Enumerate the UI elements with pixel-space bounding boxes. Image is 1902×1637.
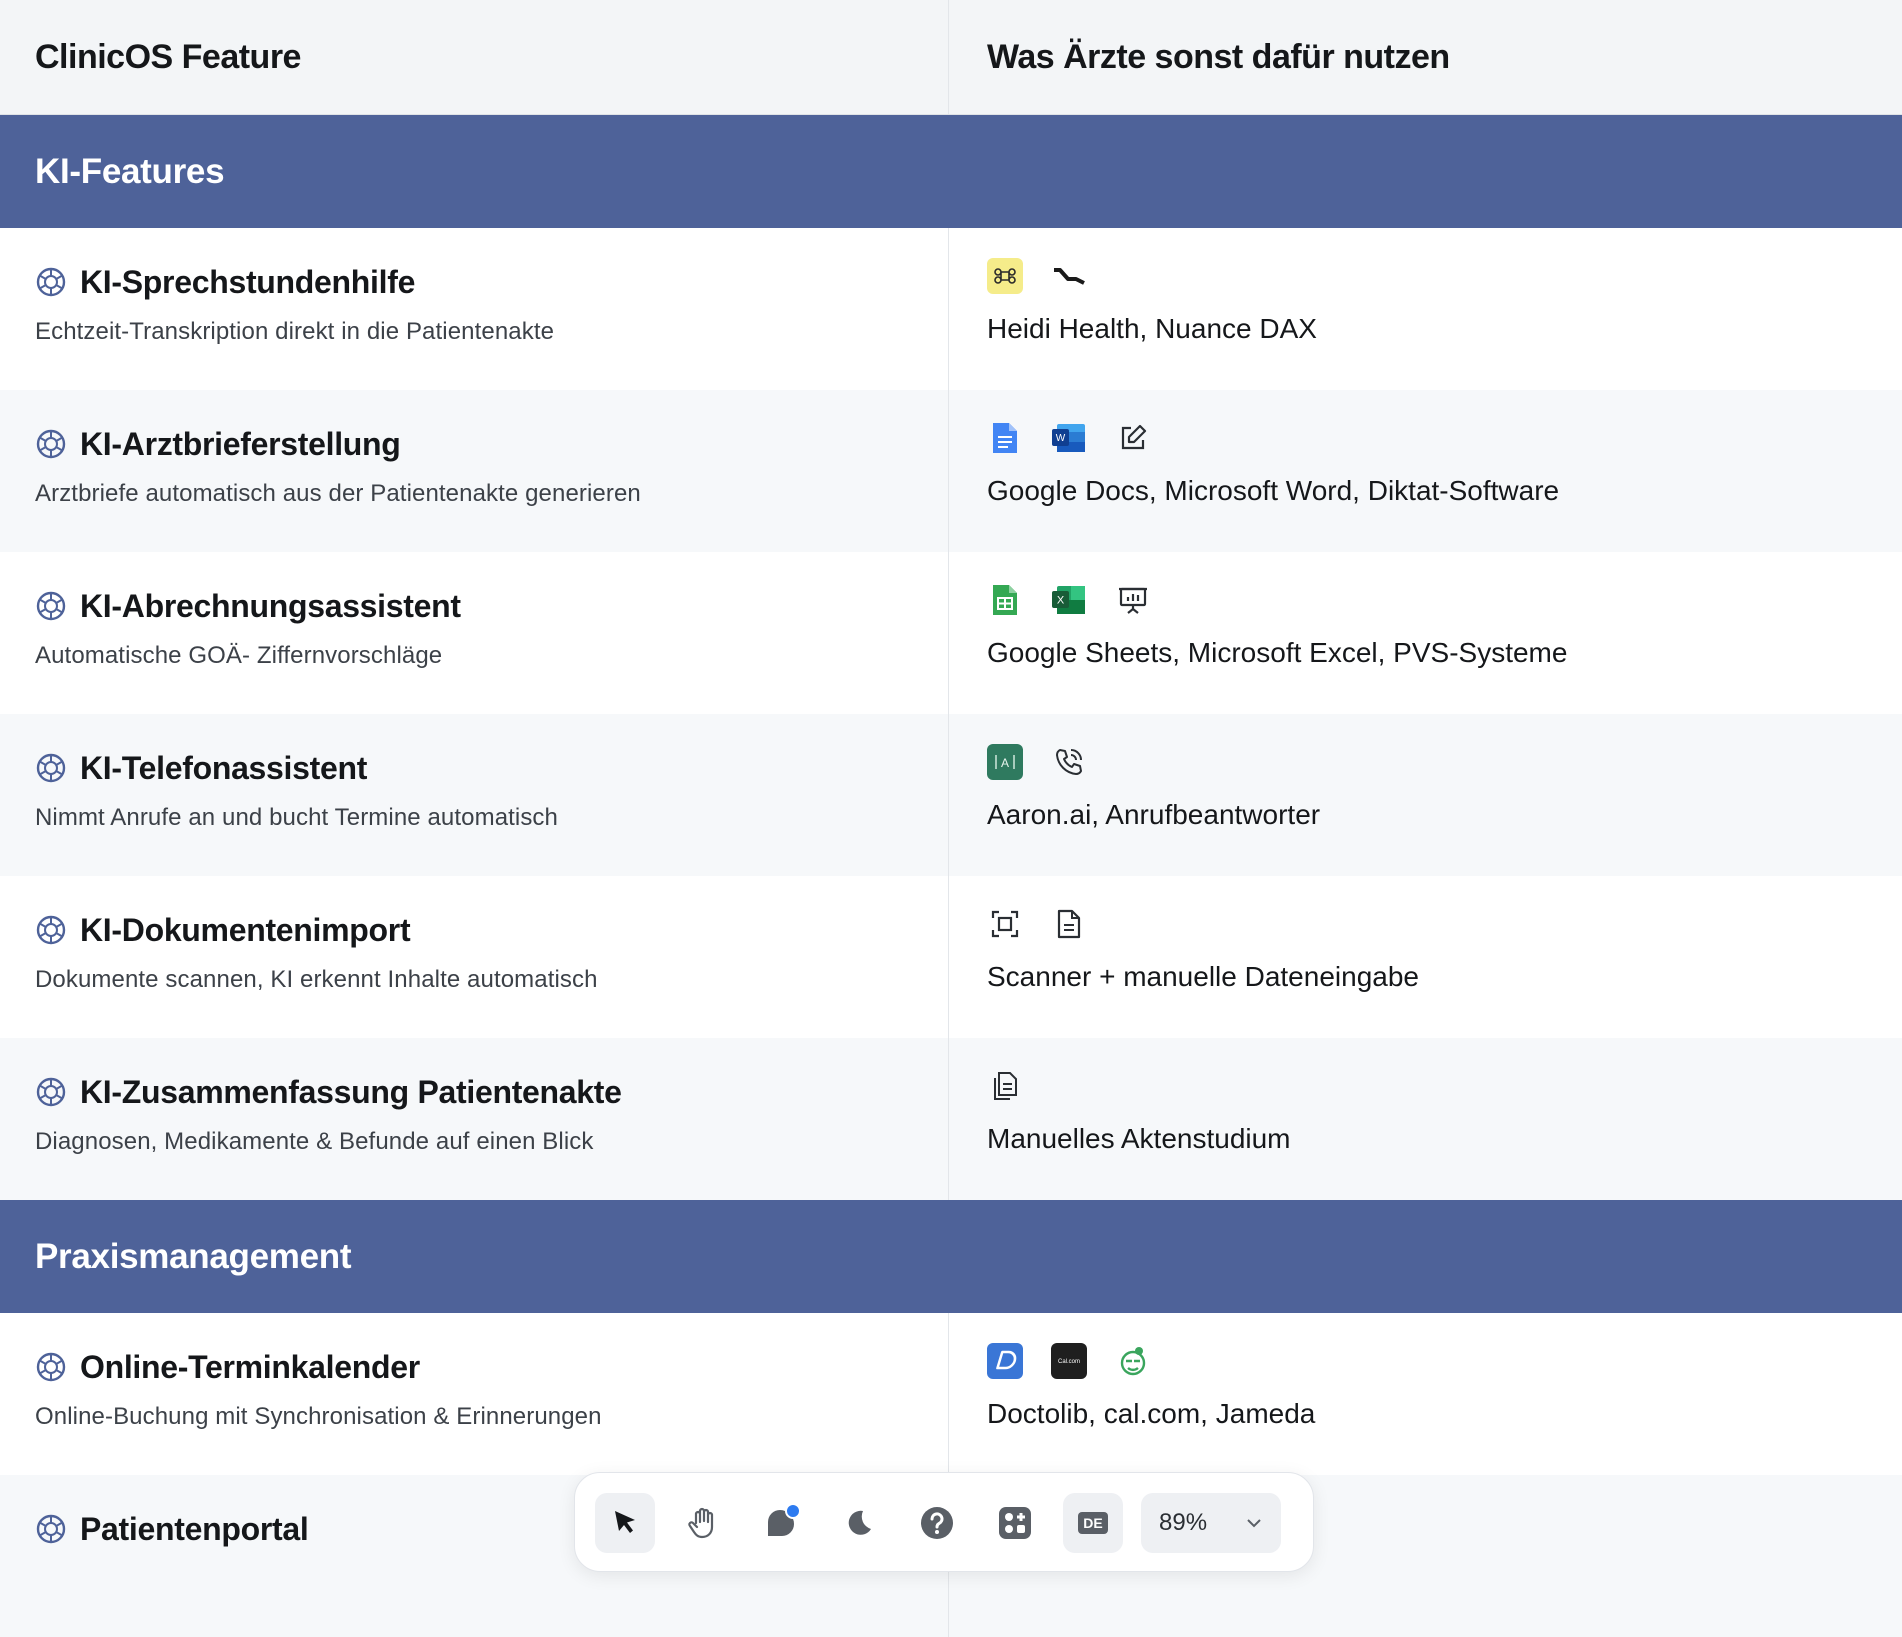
ai-brain-icon: [36, 753, 66, 783]
comparison-table: ClinicOS Feature Was Ärzte sonst dafür n…: [0, 0, 1902, 1637]
heidi-health-icon: [987, 258, 1023, 294]
cursor-icon: [615, 1511, 635, 1533]
section-title: Praxismanagement: [35, 1236, 352, 1276]
feature-description: Diagnosen, Medikamente & Befunde auf ein…: [35, 1128, 594, 1155]
ai-brain-icon: [36, 267, 66, 297]
feature-description: Online-Buchung mit Synchronisation & Eri…: [35, 1403, 602, 1430]
jameda-icon: [1115, 1343, 1151, 1379]
alternative-tools: Aaron.ai, Anrufbeantworter: [987, 799, 1321, 830]
language-button[interactable]: DE: [1063, 1493, 1123, 1553]
microsoft-word-icon: W: [1051, 420, 1087, 456]
zoom-select[interactable]: 89%: [1141, 1493, 1281, 1553]
feature-title: KI-Sprechstundenhilfe: [80, 263, 416, 300]
phone-icon: [1051, 744, 1087, 780]
section-title: KI-Features: [35, 151, 225, 191]
svg-text:A: A: [1001, 756, 1009, 770]
table-row: KI-Arztbrieferstellung Arztbriefe automa…: [0, 390, 1902, 552]
documents-icon: [987, 1068, 1023, 1104]
chevron-down-icon: [1247, 1519, 1261, 1528]
alternative-tools: Google Sheets, Microsoft Excel, PVS-Syst…: [987, 637, 1568, 668]
table-header: ClinicOS Feature Was Ärzte sonst dafür n…: [0, 0, 1902, 115]
feature-description: Dokumente scannen, KI erkennt Inhalte au…: [35, 966, 598, 993]
select-tool-button[interactable]: [595, 1493, 655, 1553]
hand-icon: [688, 1507, 714, 1539]
svg-text:Cal.com: Cal.com: [1058, 1359, 1080, 1365]
table-row: KI-Abrechnungsassistent Automatische GOÄ…: [0, 552, 1902, 714]
table-row: KI-Zusammenfassung Patientenakte Diagnos…: [0, 1038, 1902, 1200]
alternative-tools: Heidi Health, Nuance DAX: [987, 313, 1317, 344]
alternative-tools: Scanner + manuelle Dateneingabe: [987, 961, 1419, 992]
feature-description: Nimmt Anrufe an und bucht Termine automa…: [35, 804, 558, 831]
feature-title: KI-Abrechnungsassistent: [80, 587, 461, 624]
feature-title: Patientenportal: [80, 1510, 309, 1547]
alternative-tools: Google Docs, Microsoft Word, Diktat-Soft…: [987, 475, 1560, 506]
feature-title: KI-Telefonassistent: [80, 749, 368, 786]
table-row: KI-Telefonassistent Nimmt Anrufe an und …: [0, 714, 1902, 876]
table-row: KI-Sprechstundenhilfe Echtzeit-Transkrip…: [0, 228, 1902, 390]
google-docs-icon: [987, 420, 1023, 456]
feature-description: Arztbriefe automatisch aus der Patienten…: [35, 480, 641, 507]
doctolib-icon: [987, 1343, 1023, 1379]
section-header-praxismanagement: Praxismanagement: [0, 1200, 1902, 1313]
edit-icon: [1115, 420, 1151, 456]
table-row: KI-Dokumentenimport Dokumente scannen, K…: [0, 876, 1902, 1038]
nuance-dax-icon: [1051, 258, 1087, 294]
feature-title: Online-Terminkalender: [80, 1348, 420, 1385]
feature-title: KI-Arztbrieferstellung: [80, 425, 401, 462]
language-label: DE: [1078, 1512, 1108, 1534]
table-row: Online-Terminkalender Online-Buchung mit…: [0, 1313, 1902, 1475]
header-alternatives: Was Ärzte sonst dafür nutzen: [987, 37, 1450, 76]
scan-icon: [987, 906, 1023, 942]
zoom-level: 89%: [1159, 1509, 1208, 1536]
feature-title: KI-Zusammenfassung Patientenakte: [80, 1073, 622, 1110]
aaron-ai-icon: A: [987, 744, 1023, 780]
feature-description: Automatische GOÄ- Ziffernvorschläge: [35, 642, 443, 669]
shapes-tool-button[interactable]: [751, 1493, 811, 1553]
apps-button[interactable]: [985, 1493, 1045, 1553]
presentation-chart-icon: [1115, 582, 1151, 618]
moon-icon: [848, 1510, 871, 1535]
feature-description: Echtzeit-Transkription direkt in die Pat…: [35, 318, 555, 345]
ai-brain-icon: [36, 915, 66, 945]
dark-mode-button[interactable]: [829, 1493, 889, 1553]
microsoft-excel-icon: X: [1051, 582, 1087, 618]
header-feature: ClinicOS Feature: [35, 37, 301, 76]
ai-brain-icon: [36, 1352, 66, 1382]
svg-text:X: X: [1057, 595, 1065, 607]
help-button[interactable]: [907, 1493, 967, 1553]
alternative-tools: Manuelles Aktenstudium: [987, 1123, 1291, 1154]
ai-brain-icon: [36, 429, 66, 459]
cal-com-icon: Cal.com: [1051, 1343, 1087, 1379]
section-header-ki-features: KI-Features: [0, 115, 1902, 228]
apps-icon: [999, 1507, 1031, 1539]
alternative-tools: Doctolib, cal.com, Jameda: [987, 1398, 1316, 1429]
help-icon: [921, 1507, 953, 1539]
ai-brain-icon: [36, 591, 66, 621]
ai-brain-icon: [36, 1077, 66, 1107]
feature-title: KI-Dokumentenimport: [80, 911, 411, 948]
notification-dot: [785, 1503, 801, 1519]
svg-text:W: W: [1056, 433, 1066, 444]
floating-toolbar: DE 89%: [574, 1472, 1314, 1572]
google-sheets-icon: [987, 582, 1023, 618]
document-icon: [1051, 906, 1087, 942]
ai-brain-icon: [36, 1514, 66, 1544]
hand-tool-button[interactable]: [673, 1493, 733, 1553]
